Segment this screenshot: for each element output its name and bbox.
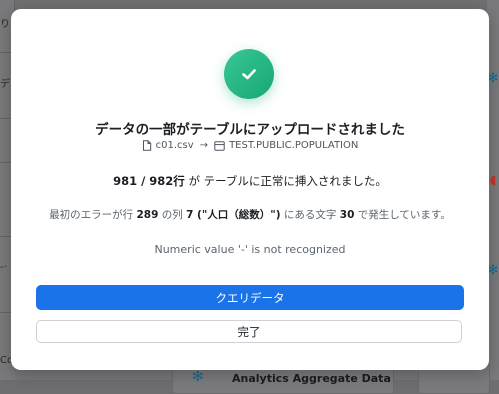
background-card-title: Analytics Aggregate Data	[232, 372, 391, 385]
rows-total-count: 982行	[149, 174, 185, 188]
error-text: で発生しています。	[354, 209, 451, 221]
upload-summary: 981 / 982行 が テーブルに正常に挿入されました。	[11, 173, 489, 189]
snowflake-icon: ✻	[192, 369, 204, 385]
upload-path: c01.csv → TEST.PUBLIC.POPULATION	[11, 140, 489, 151]
background-text-fragment: -·	[0, 262, 7, 273]
error-detail: Numeric value '-' is not recognized	[154, 243, 346, 256]
dialog-title: データの一部がテーブルにアップロードされました	[95, 122, 405, 138]
file-icon	[142, 140, 151, 151]
summary-suffix: が テーブルに正常に挿入されました。	[184, 174, 387, 188]
error-row-number: 289	[136, 209, 159, 221]
error-column: 7 ("人口（総数）")	[186, 209, 281, 221]
query-data-button[interactable]: クエリデータ	[36, 285, 464, 310]
check-icon	[242, 69, 256, 80]
error-text: にある文字	[280, 209, 340, 221]
rows-loaded-count: 981	[113, 174, 138, 188]
error-text: の列	[158, 209, 187, 221]
done-button[interactable]: 完了	[36, 320, 462, 343]
error-character-position: 30	[339, 209, 355, 221]
first-error-message: 最初のエラーが行 289 の列 7 ("人口（総数）") にある文字 30 で発…	[11, 207, 489, 222]
success-badge	[224, 49, 274, 99]
error-text: 最初のエラーが行	[49, 209, 137, 221]
summary-separator: /	[137, 174, 150, 188]
upload-result-dialog: データの一部がテーブルにアップロードされました c01.csv → TEST.P…	[11, 9, 489, 370]
arrow-icon: →	[199, 140, 209, 151]
table-icon	[214, 140, 225, 151]
target-table-name: TEST.PUBLIC.POPULATION	[229, 140, 359, 151]
source-file-name: c01.csv	[155, 140, 194, 151]
